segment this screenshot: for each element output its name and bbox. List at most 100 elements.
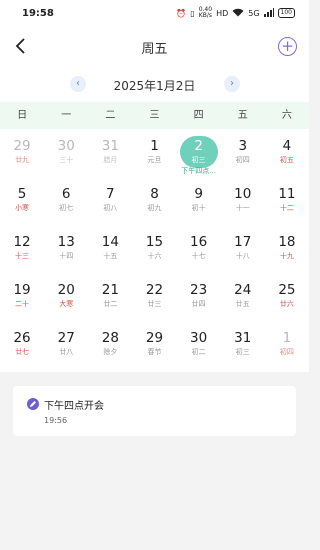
lunar-label: 十五 <box>103 252 118 260</box>
weekday-thu: 四 <box>193 110 204 121</box>
add-event-button[interactable]: + <box>278 37 297 56</box>
calendar-day[interactable]: 22 廿三 <box>132 278 176 326</box>
calendar-day[interactable]: 31 腊月 <box>88 134 132 182</box>
lunar-label: 元旦 <box>147 156 162 164</box>
day-number: 4 <box>282 138 292 154</box>
day-number: 27 <box>57 330 75 346</box>
event-title: 下午四点开会 <box>44 401 104 412</box>
wifi-icon <box>232 8 244 19</box>
page-title: 周五 <box>141 42 168 57</box>
lunar-label: 廿四 <box>191 300 206 308</box>
signal-icon <box>263 7 274 19</box>
calendar-day[interactable]: 27 廿八 <box>44 326 88 374</box>
header: 周五 + <box>0 28 309 66</box>
calendar-day[interactable]: 14 十五 <box>88 230 132 278</box>
calendar-day[interactable]: 6 初七 <box>44 182 88 230</box>
next-month-button[interactable]: › <box>224 76 240 92</box>
day-event-preview: 下午四点... <box>181 167 216 175</box>
calendar-day[interactable]: 29 廿九 <box>0 134 44 182</box>
day-number: 29 <box>13 138 31 154</box>
day-number: 24 <box>234 282 252 298</box>
day-number: 30 <box>190 330 208 346</box>
calendar-day[interactable]: 16 十七 <box>177 230 221 278</box>
lunar-label: 十七 <box>191 252 206 260</box>
calendar-day[interactable]: 15 十六 <box>132 230 176 278</box>
day-number: 6 <box>61 186 71 202</box>
lunar-label: 初五 <box>279 156 294 164</box>
pencil-icon <box>27 398 39 410</box>
day-number: 13 <box>57 234 75 250</box>
status-icons: ⏰ ▯ 0.40 KB/s HD 5G 100 <box>176 7 295 19</box>
day-number: 18 <box>278 234 296 250</box>
calendar-day[interactable]: 8 初九 <box>132 182 176 230</box>
day-number: 1 <box>282 330 292 346</box>
day-number: 31 <box>101 138 119 154</box>
calendar-day[interactable]: 21 廿二 <box>88 278 132 326</box>
calendar-day[interactable]: 29 春节 <box>132 326 176 374</box>
calendar-day[interactable]: 31 初三 <box>221 326 265 374</box>
lunar-label: 初二 <box>191 348 206 356</box>
vibrate-icon: ▯ <box>190 8 195 18</box>
lunar-label: 廿三 <box>147 300 162 308</box>
lunar-label: 三十 <box>59 156 74 164</box>
day-number: 11 <box>278 186 296 202</box>
hd-icon: HD <box>216 8 229 18</box>
calendar-day[interactable]: 12 十三 <box>0 230 44 278</box>
calendar-day[interactable]: 1 初四 <box>265 326 309 374</box>
day-number: 1 <box>150 138 159 154</box>
day-number: 17 <box>234 234 252 250</box>
calendar-day[interactable]: 1 元旦 <box>132 134 176 182</box>
lunar-label: 大寒 <box>59 300 74 308</box>
lunar-label: 腊月 <box>103 156 118 164</box>
calendar-day[interactable]: 5 小寒 <box>0 182 44 230</box>
lunar-label: 小寒 <box>15 204 30 212</box>
weekday-sun: 日 <box>17 110 28 121</box>
calendar-day[interactable]: 7 初八 <box>88 182 132 230</box>
calendar-day[interactable]: 26 廿七 <box>0 326 44 374</box>
calendar-day[interactable]: 11 十二 <box>265 182 309 230</box>
calendar-day[interactable]: 3 初四 <box>221 134 265 182</box>
lunar-label: 初四 <box>235 156 250 164</box>
lunar-label: 十二 <box>279 204 294 212</box>
calendar-day[interactable]: 17 十八 <box>221 230 265 278</box>
status-bar: 19:58 ⏰ ▯ 0.40 KB/s HD 5G 100 <box>0 0 309 28</box>
lunar-label: 初三 <box>235 348 250 356</box>
lunar-label: 廿七 <box>15 348 30 356</box>
day-number: 8 <box>150 186 159 202</box>
day-number: 14 <box>101 234 119 250</box>
calendar-day[interactable]: 23 廿四 <box>177 278 221 326</box>
battery-icon: 100 <box>277 8 295 18</box>
weekday-tue: 二 <box>105 110 116 121</box>
calendar-day[interactable]: 18 十九 <box>265 230 309 278</box>
calendar-day[interactable]: 24 廿五 <box>221 278 265 326</box>
current-date-label[interactable]: 2025年1月2日 <box>0 77 309 94</box>
lunar-label: 廿九 <box>15 156 30 164</box>
day-number: 30 <box>57 138 75 154</box>
day-number: 15 <box>145 234 164 250</box>
lunar-label: 初四 <box>279 348 294 356</box>
plus-circle-icon: + <box>281 37 294 55</box>
weekday-wed: 三 <box>149 110 160 121</box>
calendar-day[interactable]: 30 三十 <box>44 134 88 182</box>
lunar-label: 初八 <box>103 204 118 212</box>
lunar-label: 十八 <box>235 252 250 260</box>
calendar-day[interactable]: 20 大寒 <box>44 278 88 326</box>
day-number: 20 <box>57 282 75 298</box>
day-number: 31 <box>234 330 252 346</box>
calendar-day[interactable]: 19 二十 <box>0 278 44 326</box>
calendar-day[interactable]: 30 初二 <box>177 326 221 374</box>
calendar-day-selected[interactable]: 2 初三 下午四点... <box>177 134 221 182</box>
calendar-day[interactable]: 25 廿六 <box>265 278 309 326</box>
calendar-day[interactable]: 4 初五 <box>265 134 309 182</box>
event-card[interactable]: 下午四点开会 19:56 <box>13 386 296 436</box>
calendar-day[interactable]: 28 除夕 <box>88 326 132 374</box>
net-speed: 0.40 KB/s <box>198 6 213 19</box>
lunar-label: 初三 <box>191 156 206 164</box>
calendar-day[interactable]: 10 十一 <box>221 182 265 230</box>
calendar-day[interactable]: 13 十四 <box>44 230 88 278</box>
weekday-header: 日 一 二 三 四 五 六 <box>0 102 309 129</box>
calendar-day[interactable]: 9 初十 <box>177 182 221 230</box>
lunar-label: 十九 <box>279 252 294 260</box>
lunar-label: 廿八 <box>59 348 74 356</box>
lunar-label: 十四 <box>59 252 74 260</box>
